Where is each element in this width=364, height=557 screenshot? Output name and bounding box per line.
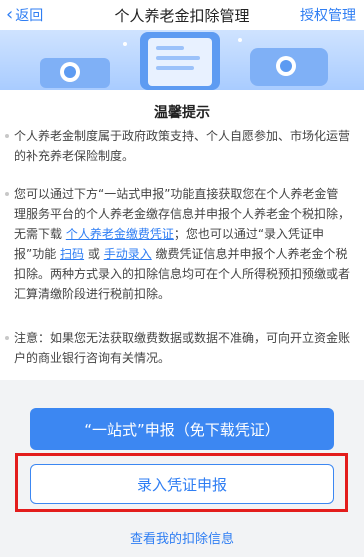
back-label: 返回	[15, 8, 44, 24]
banner-illustration	[0, 30, 364, 90]
bullet-dot	[5, 192, 9, 196]
chevron-left-icon: ‹	[6, 4, 14, 25]
voucher-declare-button[interactable]: 录入凭证申报	[30, 464, 334, 504]
notice-card: 温馨提示 个人养老金制度属于政府政策支持、个人自愿参加、市场化运营的补充养老保险…	[0, 90, 364, 380]
notice-paragraph-2: 您可以通过下方“一站式申报”功能直接获取您在个人养老金管理服务平台的个人养老金缴…	[5, 184, 350, 304]
view-deduction-info-link[interactable]: 查看我的扣除信息	[0, 528, 364, 547]
bullet-dot	[5, 134, 9, 138]
payment-voucher-link[interactable]: 个人养老金缴费凭证	[66, 227, 174, 241]
paragraph-2-text-c: 或	[84, 247, 104, 261]
page-title: 个人养老金扣除管理	[114, 6, 250, 25]
manual-entry-link[interactable]: 手动录入	[104, 247, 152, 261]
back-button[interactable]: ‹ 返回	[6, 0, 43, 30]
notice-paragraph-1: 个人养老金制度属于政府政策支持、个人自愿参加、市场化运营的补充养老保险制度。	[5, 126, 351, 166]
top-nav-bar: ‹ 返回 个人养老金扣除管理 授权管理	[0, 0, 364, 30]
notice-paragraph-3: 注意：如果您无法获取缴费数据或数据不准确，可向开立资金账户的商业银行咨询有关情况…	[5, 328, 351, 368]
paragraph-3-text: 注意：如果您无法获取缴费数据或数据不准确，可向开立资金账户的商业银行咨询有关情况…	[14, 331, 351, 365]
one-stop-declare-button[interactable]: “一站式”申报（免下载凭证）	[30, 408, 334, 450]
notice-title: 温馨提示	[154, 105, 210, 121]
banner-art-icon	[40, 32, 328, 90]
authorization-management-link[interactable]: 授权管理	[300, 0, 356, 30]
scan-link[interactable]: 扫码	[60, 247, 84, 261]
bullet-dot	[5, 336, 9, 340]
paragraph-1-text: 个人养老金制度属于政府政策支持、个人自愿参加、市场化运营的补充养老保险制度。	[14, 129, 351, 163]
